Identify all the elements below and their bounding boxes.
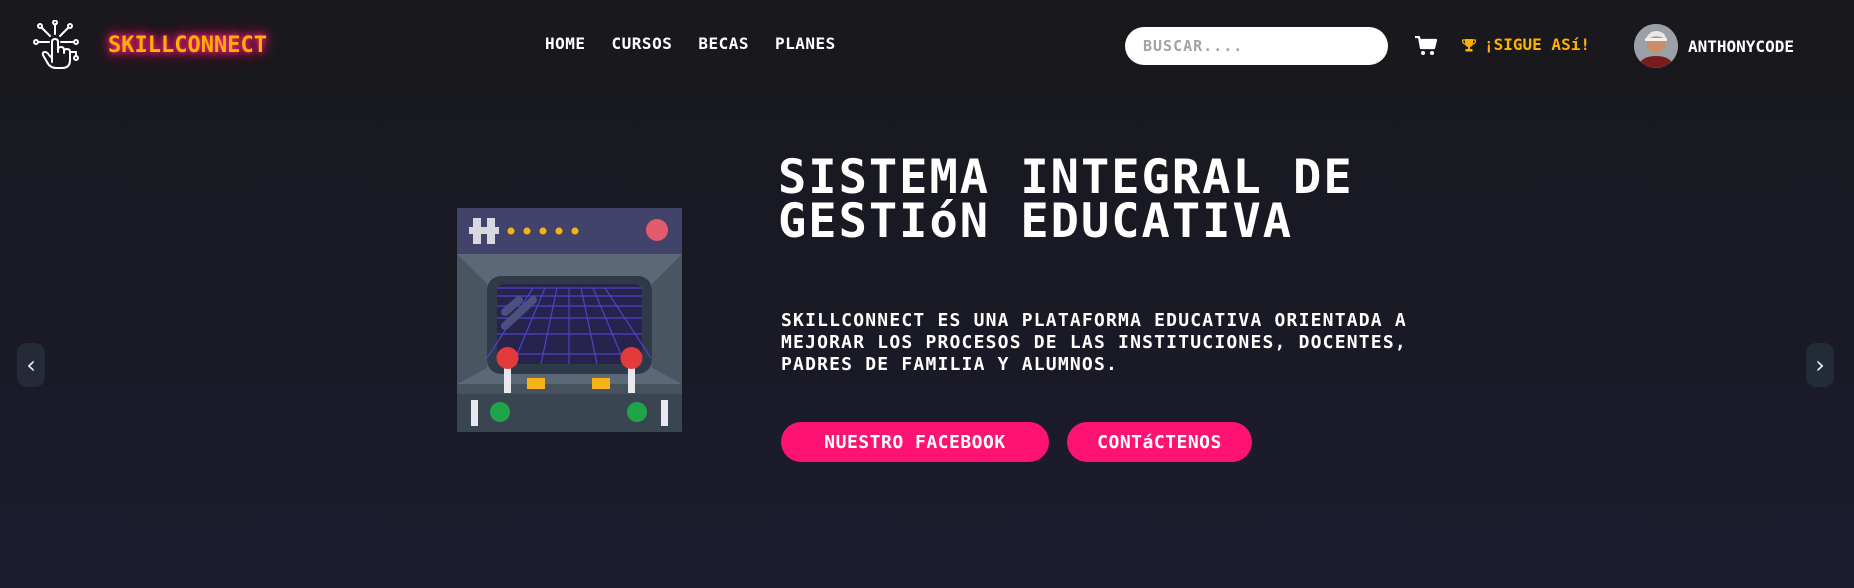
search-input[interactable] <box>1125 27 1388 65</box>
contact-button[interactable]: CONTáCTENOS <box>1067 422 1252 462</box>
user-menu[interactable]: ANTHONYCODE <box>1634 24 1794 68</box>
brand-name: SKILLCONNECT <box>108 33 267 58</box>
nav-becas[interactable]: BECAS <box>698 34 749 53</box>
chevron-right-icon: › <box>1815 351 1825 379</box>
cart-icon[interactable] <box>1415 36 1437 56</box>
nav-cursos[interactable]: CURSOS <box>612 34 673 53</box>
arcade-machine-icon <box>457 208 682 432</box>
motivation-badge: ¡SIGUE ASí! <box>1462 35 1590 54</box>
hero-title: SISTEMA INTEGRAL DE GESTIóN EDUCATIVA <box>778 150 1354 249</box>
avatar <box>1634 24 1678 68</box>
facebook-button[interactable]: NUESTRO FACEBOOK <box>781 422 1049 462</box>
motivation-text: ¡SIGUE ASí! <box>1484 35 1590 54</box>
username: ANTHONYCODE <box>1688 36 1794 56</box>
carousel-prev-button[interactable]: ‹ <box>17 343 45 387</box>
navbar: SKILLCONNECT HOME CURSOS BECAS PLANES ¡S… <box>0 0 1854 90</box>
trophy-icon <box>1462 38 1476 51</box>
nav-home[interactable]: HOME <box>545 34 586 53</box>
nav-planes[interactable]: PLANES <box>775 34 836 53</box>
hand-circuit-icon <box>33 20 79 69</box>
chevron-left-icon: ‹ <box>26 351 36 379</box>
carousel-next-button[interactable]: › <box>1806 343 1834 387</box>
avatar-image <box>1634 24 1678 68</box>
main-nav: HOME CURSOS BECAS PLANES <box>545 34 836 53</box>
brand-logo-link[interactable]: SKILLCONNECT <box>30 20 267 72</box>
hero-description: SKILLCONNECT ES UNA PLATAFORMA EDUCATIVA… <box>781 310 1407 375</box>
